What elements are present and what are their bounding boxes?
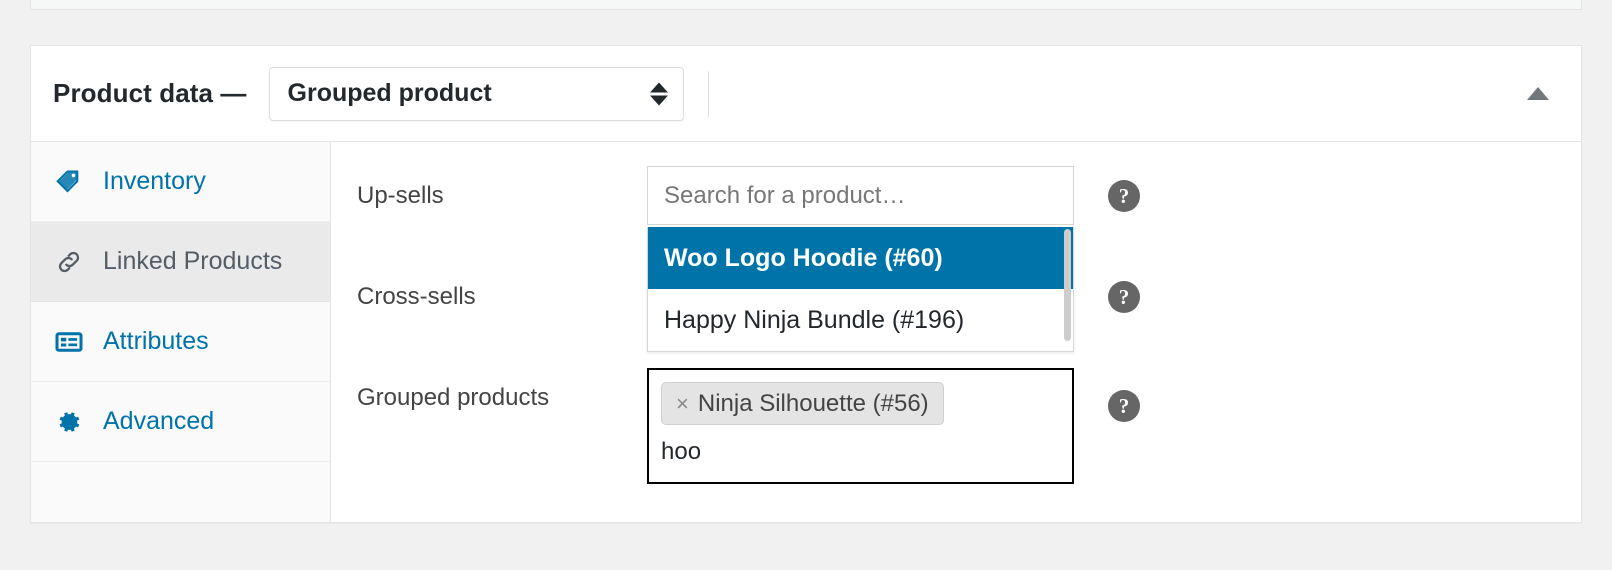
upsells-label: Up-sells bbox=[357, 166, 647, 210]
grouped-products-label: Grouped products bbox=[357, 368, 647, 412]
tag-icon bbox=[53, 167, 85, 197]
product-data-body: Inventory Linked Products bbox=[31, 142, 1581, 522]
tabs-filler bbox=[31, 462, 330, 522]
product-data-metabox: Product data — Grouped product bbox=[30, 45, 1582, 523]
crosssells-label: Cross-sells bbox=[357, 267, 647, 311]
result-option[interactable]: Happy Ninja Bundle (#196) bbox=[648, 289, 1073, 351]
grouped-products-token-field[interactable]: × Ninja Silhouette (#56) hoo bbox=[647, 368, 1074, 484]
sidebar-item-label: Attributes bbox=[103, 327, 209, 356]
grouped-products-field-row: Grouped products × Ninja Silhouette (#56… bbox=[357, 368, 1140, 484]
sidebar-item-attributes[interactable]: Attributes bbox=[31, 302, 330, 382]
product-type-selected-value: Grouped product bbox=[288, 79, 492, 108]
sidebar-item-label: Inventory bbox=[103, 167, 206, 196]
link-icon bbox=[53, 247, 85, 277]
product-data-header: Product data — Grouped product bbox=[31, 46, 1581, 142]
previous-metabox-remnant bbox=[30, 0, 1582, 10]
product-data-tabs: Inventory Linked Products bbox=[31, 142, 331, 522]
sidebar-item-label: Advanced bbox=[103, 407, 214, 436]
sidebar-item-label: Linked Products bbox=[103, 247, 282, 276]
grouped-products-search-input[interactable]: hoo bbox=[661, 438, 1060, 467]
result-option-label: Happy Ninja Bundle (#196) bbox=[664, 306, 964, 335]
grouped-products-help-icon[interactable]: ? bbox=[1108, 390, 1140, 422]
sidebar-item-linked-products[interactable]: Linked Products bbox=[31, 222, 330, 302]
upsells-search-input[interactable]: Search for a product… bbox=[647, 166, 1074, 225]
sidebar-item-inventory[interactable]: Inventory bbox=[31, 142, 330, 222]
header-divider bbox=[708, 71, 709, 117]
product-type-select[interactable]: Grouped product bbox=[269, 67, 684, 121]
close-icon[interactable]: × bbox=[676, 393, 689, 415]
result-option-label: Woo Logo Hoodie (#60) bbox=[664, 244, 943, 273]
gear-icon bbox=[53, 408, 85, 436]
product-token: × Ninja Silhouette (#56) bbox=[661, 382, 944, 425]
sidebar-item-advanced[interactable]: Advanced bbox=[31, 382, 330, 462]
collapse-panel-toggle[interactable] bbox=[1521, 77, 1555, 111]
product-token-label: Ninja Silhouette (#56) bbox=[698, 390, 929, 418]
result-option[interactable]: Woo Logo Hoodie (#60) bbox=[648, 227, 1073, 289]
product-search-results-dropdown: Woo Logo Hoodie (#60) Happy Ninja Bundle… bbox=[647, 227, 1074, 352]
upsells-help-icon[interactable]: ? bbox=[1108, 180, 1140, 212]
linked-products-panel: Up-sells Search for a product… ? Cross-s… bbox=[331, 142, 1581, 522]
results-scrollbar[interactable] bbox=[1064, 229, 1071, 341]
upsells-field-row: Up-sells Search for a product… ? bbox=[357, 166, 1140, 225]
list-view-icon bbox=[53, 327, 85, 357]
crosssells-help-icon[interactable]: ? bbox=[1108, 281, 1140, 313]
triangle-up-icon bbox=[1527, 87, 1549, 100]
page-title: Product data — bbox=[53, 78, 247, 109]
product-type-select-wrapper: Grouped product bbox=[269, 67, 684, 121]
upsells-placeholder: Search for a product… bbox=[664, 182, 905, 210]
